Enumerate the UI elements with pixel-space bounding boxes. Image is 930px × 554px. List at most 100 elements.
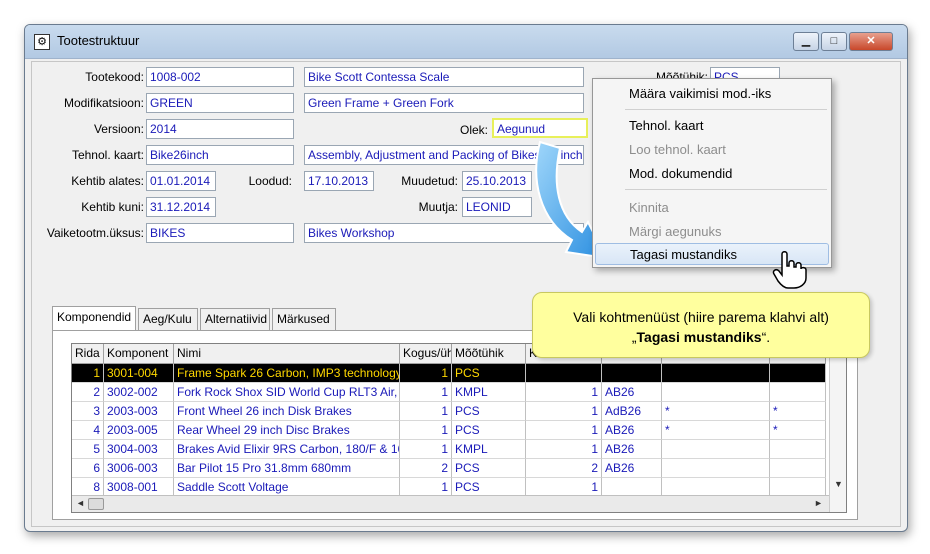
- col-header-rida[interactable]: Rida: [72, 344, 104, 364]
- cell-kogus[interactable]: 1: [400, 383, 452, 402]
- cell-mootuhik[interactable]: PCS: [452, 402, 526, 421]
- tehnol-kaart-field[interactable]: Bike26inch: [146, 145, 294, 165]
- cell-k[interactable]: 2: [526, 459, 602, 478]
- cell-rida[interactable]: 2: [72, 383, 104, 402]
- components-grid[interactable]: Rida Komponent Nimi Kogus/ühik Mõõtühik …: [71, 343, 847, 513]
- cell-rida[interactable]: 1: [72, 364, 104, 383]
- cell-nimi[interactable]: Brakes Avid Elixir 9RS Carbon, 180/F & 1…: [174, 440, 400, 459]
- cell-nimi[interactable]: Frame Spark 26 Carbon, IMP3 technology,: [174, 364, 400, 383]
- kehtib-kuni-label: Kehtib kuni:: [81, 200, 144, 214]
- cell-c2[interactable]: *: [662, 421, 770, 440]
- cell-nimi[interactable]: Fork Rock Shox SID World Cup RLT3 Air,: [174, 383, 400, 402]
- tehnol-kaart-label: Tehnol. kaart:: [71, 148, 144, 162]
- cell-c3[interactable]: *: [770, 421, 826, 440]
- kehtib-alates-field[interactable]: 01.01.2014: [146, 171, 216, 191]
- cell-k[interactable]: 1: [526, 383, 602, 402]
- loodud-field[interactable]: 17.10.2013: [304, 171, 374, 191]
- cell-c3[interactable]: [770, 459, 826, 478]
- cell-nimi[interactable]: Bar Pilot 15 Pro 31.8mm 680mm: [174, 459, 400, 478]
- cell-kogus[interactable]: 1: [400, 364, 452, 383]
- menu-item-set-default[interactable]: Määra vaikimisi mod.-iks: [595, 83, 829, 105]
- cell-k[interactable]: 1: [526, 402, 602, 421]
- cell-c1[interactable]: AB26: [602, 459, 662, 478]
- cell-c2[interactable]: [662, 383, 770, 402]
- cell-k[interactable]: [526, 364, 602, 383]
- cell-c3[interactable]: [770, 440, 826, 459]
- cell-c1[interactable]: AB26: [602, 440, 662, 459]
- kehtib-kuni-field[interactable]: 31.12.2014: [146, 197, 216, 217]
- menu-item-create-tehnol-kaart[interactable]: Loo tehnol. kaart: [595, 139, 829, 161]
- horizontal-scrollbar[interactable]: ◄ ►: [72, 495, 829, 512]
- vaiketootm-field[interactable]: BIKES: [146, 223, 294, 243]
- cell-c2[interactable]: [662, 364, 770, 383]
- cell-c1[interactable]: AB26: [602, 383, 662, 402]
- cell-nimi[interactable]: Rear Wheel 29 inch Disc Brakes: [174, 421, 400, 440]
- maximize-button[interactable]: □: [821, 32, 847, 51]
- cell-nimi[interactable]: Front Wheel 26 inch Disk Brakes: [174, 402, 400, 421]
- cell-komponent[interactable]: 3004-003: [104, 440, 174, 459]
- cell-mootuhik[interactable]: PCS: [452, 364, 526, 383]
- menu-item-mod-documents[interactable]: Mod. dokumendid: [595, 163, 829, 185]
- context-menu: Määra vaikimisi mod.-iks Tehnol. kaart L…: [592, 78, 832, 268]
- tab-komponendid[interactable]: Komponendid: [52, 306, 136, 330]
- olek-label: Olek:: [459, 123, 488, 137]
- cell-c3[interactable]: [770, 383, 826, 402]
- cell-c2[interactable]: [662, 440, 770, 459]
- cell-mootuhik[interactable]: KMPL: [452, 440, 526, 459]
- cell-mootuhik[interactable]: PCS: [452, 421, 526, 440]
- cell-rida[interactable]: 5: [72, 440, 104, 459]
- cell-rida[interactable]: 4: [72, 421, 104, 440]
- cell-k[interactable]: 1: [526, 421, 602, 440]
- versioon-label: Versioon:: [93, 122, 144, 136]
- scroll-left-icon[interactable]: ◄: [76, 498, 85, 508]
- cell-komponent[interactable]: 3002-002: [104, 383, 174, 402]
- callout-quote-close: “.: [761, 329, 771, 345]
- tab-aeg-kulu[interactable]: Aeg/Kulu: [138, 308, 198, 330]
- menu-item-confirm[interactable]: Kinnita: [595, 197, 829, 219]
- cell-komponent[interactable]: 2003-003: [104, 402, 174, 421]
- menu-item-tehnol-kaart[interactable]: Tehnol. kaart: [595, 115, 829, 137]
- cell-c3[interactable]: [770, 364, 826, 383]
- col-header-nimi[interactable]: Nimi: [174, 344, 400, 364]
- close-button[interactable]: ✕: [849, 32, 893, 51]
- tootekood-field[interactable]: 1008-002: [146, 67, 294, 87]
- cell-rida[interactable]: 6: [72, 459, 104, 478]
- cell-komponent[interactable]: 3001-004: [104, 364, 174, 383]
- cell-rida[interactable]: 3: [72, 402, 104, 421]
- olek-field[interactable]: Aegunud: [492, 118, 588, 138]
- cell-c1[interactable]: [602, 364, 662, 383]
- menu-item-mark-expired[interactable]: Märgi aegunuks: [595, 221, 829, 243]
- cell-komponent[interactable]: 2003-005: [104, 421, 174, 440]
- modifikatsioon-field[interactable]: GREEN: [146, 93, 294, 113]
- cell-kogus[interactable]: 1: [400, 421, 452, 440]
- cell-komponent[interactable]: 3006-003: [104, 459, 174, 478]
- modifikatsioon-label: Modifikatsioon:: [63, 96, 144, 110]
- col-header-komponent[interactable]: Komponent: [104, 344, 174, 364]
- cell-mootuhik[interactable]: PCS: [452, 459, 526, 478]
- window-title: Tootestruktuur: [57, 33, 140, 48]
- cell-c2[interactable]: [662, 459, 770, 478]
- modifikatsioon-desc-field[interactable]: Green Frame + Green Fork: [304, 93, 584, 113]
- muudetud-label: Muudetud:: [401, 174, 458, 188]
- col-header-kogus[interactable]: Kogus/ühik: [400, 344, 452, 364]
- cell-c1[interactable]: AdB26: [602, 402, 662, 421]
- tab-markused[interactable]: Märkused: [272, 308, 336, 330]
- cell-c3[interactable]: *: [770, 402, 826, 421]
- cell-kogus[interactable]: 2: [400, 459, 452, 478]
- scroll-thumb[interactable]: [88, 498, 104, 510]
- cell-c1[interactable]: AB26: [602, 421, 662, 440]
- versioon-field[interactable]: 2014: [146, 119, 294, 139]
- scroll-right-icon[interactable]: ►: [814, 498, 823, 508]
- cell-c2[interactable]: *: [662, 402, 770, 421]
- callout-line2: „Tagasi mustandiks“.: [533, 327, 869, 347]
- cell-k[interactable]: 1: [526, 440, 602, 459]
- tootekood-desc-field[interactable]: Bike Scott Contessa Scale: [304, 67, 584, 87]
- cell-kogus[interactable]: 1: [400, 440, 452, 459]
- minimize-button[interactable]: ▁: [793, 32, 819, 51]
- cell-mootuhik[interactable]: KMPL: [452, 383, 526, 402]
- vertical-scrollbar[interactable]: ▼: [829, 344, 846, 512]
- col-header-mootuhik[interactable]: Mõõtühik: [452, 344, 526, 364]
- cell-kogus[interactable]: 1: [400, 402, 452, 421]
- scroll-down-icon[interactable]: ▼: [834, 479, 843, 489]
- tab-alternatiivid[interactable]: Alternatiivid: [200, 308, 270, 330]
